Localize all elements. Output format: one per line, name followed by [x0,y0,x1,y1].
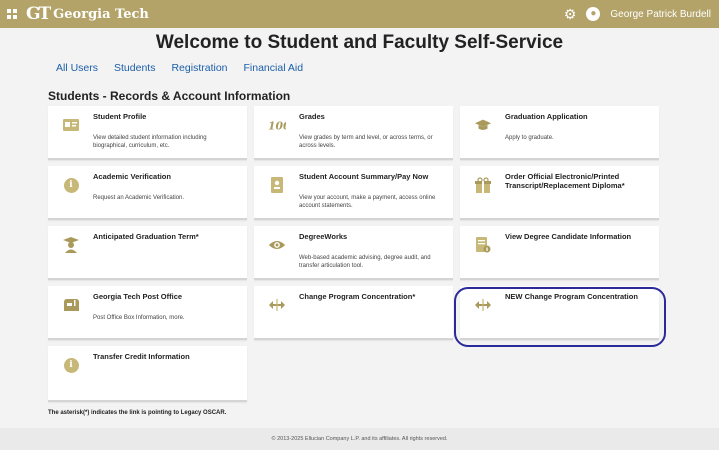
graduate-icon [62,236,80,254]
user-icon[interactable]: ● [586,7,601,21]
card-title: Change Program Concentration* [299,292,416,301]
brand: GT Georgia Tech [5,4,149,24]
tab-registration[interactable]: Registration [171,62,227,74]
mailbox-icon [62,296,80,314]
card-transfer-credit-information[interactable]: i Transfer Credit Information [48,346,247,402]
eye-icon [268,236,286,254]
card-title: DegreeWorks [299,232,348,241]
brand-name[interactable]: Georgia Tech [53,7,149,22]
svg-text:100: 100 [268,120,286,133]
top-header-bar: GT Georgia Tech ⚙ ● George Patrick Burde… [0,0,719,28]
card-student-profile[interactable]: Student Profile View detailed student in… [48,106,247,160]
card-title: Graduation Application [505,112,588,121]
card-grades[interactable]: 100 Grades View grades by term and level… [254,106,453,160]
grades-100-icon: 100 [268,116,286,134]
info-icon: i [62,356,80,374]
id-card-icon [62,116,80,134]
card-title: Academic Verification [93,172,171,181]
card-title: Transfer Credit Information [93,352,190,361]
gift-icon [474,176,492,194]
card-student-account-summary[interactable]: Student Account Summary/Pay Now View you… [254,166,453,220]
card-change-program-concentration[interactable]: Change Program Concentration* [254,286,453,340]
category-tabs: All Users Students Registration Financia… [56,62,319,74]
card-description: Web-based academic advising, degree audi… [299,255,431,269]
card-description: Apply to graduate. [505,135,554,141]
card-order-transcript[interactable]: Order Official Electronic/Printed Transc… [460,166,659,220]
tab-financial-aid[interactable]: Financial Aid [244,62,304,74]
footer: © 2013-2025 Ellucian Company L.P. and it… [0,428,719,450]
graduation-cap-icon [474,116,492,134]
card-description: View detailed student information includ… [93,135,207,149]
card-title: Georgia Tech Post Office [93,292,183,301]
account-document-icon [268,176,286,194]
gear-icon[interactable]: ⚙ [564,6,577,23]
tab-all-users[interactable]: All Users [56,62,98,74]
card-title: Student Account Summary/Pay Now [299,172,429,181]
card-title: Anticipated Graduation Term* [93,232,199,241]
footnote: The asterisk(*) indicates the link is po… [48,410,227,416]
card-description: Post Office Box Information, more. [93,315,185,321]
card-graduation-application[interactable]: Graduation Application Apply to graduate… [460,106,659,160]
card-degreeworks[interactable]: DegreeWorks Web-based academic advising,… [254,226,453,280]
user-area: ⚙ ● George Patrick Burdell [564,5,711,23]
card-georgia-tech-post-office[interactable]: Georgia Tech Post Office Post Office Box… [48,286,247,340]
section-title: Students - Records & Account Information [48,89,291,103]
card-academic-verification[interactable]: i Academic Verification Request an Acade… [48,166,247,220]
card-view-degree-candidate-info[interactable]: View Degree Candidate Information [460,226,659,280]
georgia-tech-logo[interactable]: GT [26,4,51,24]
card-title: Student Profile [93,112,147,121]
info-icon: i [62,176,80,194]
tab-students[interactable]: Students [114,62,155,74]
card-description: Request an Academic Verification. [93,195,185,201]
card-title: View Degree Candidate Information [505,232,632,241]
card-title: Order Official Electronic/Printed Transc… [505,172,625,190]
page-title: Welcome to Student and Faculty Self-Serv… [155,32,564,53]
card-description: View your account, make a payment, acces… [299,195,436,209]
card-title: Grades [299,112,325,121]
move-arrows-icon [268,296,286,314]
grid-icon[interactable] [5,7,19,21]
card-anticipated-graduation-term[interactable]: Anticipated Graduation Term* [48,226,247,280]
card-description: View grades by term and level, or across… [299,135,433,149]
copyright-text: © 2013-2025 Ellucian Company L.P. and it… [271,436,448,442]
document-info-icon [474,236,492,254]
user-name[interactable]: George Patrick Burdell [610,9,711,20]
highlight-annotation-ring [454,287,666,347]
